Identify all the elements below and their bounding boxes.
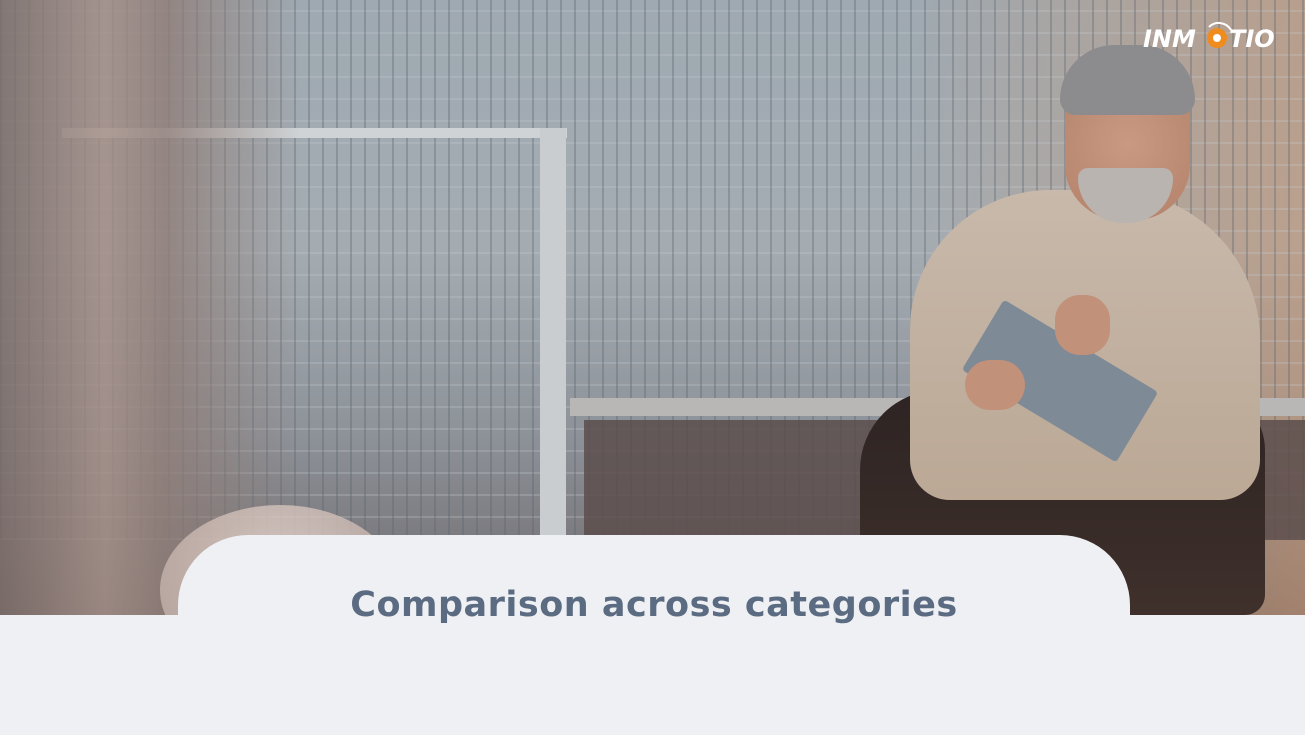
inmotio-logo-mark: INM TIO: [1143, 21, 1275, 53]
logo-text-right: TIO: [1229, 25, 1275, 53]
goal-post: [540, 128, 566, 538]
slide: INM TIO Comparison across categories: [0, 0, 1305, 735]
coach-hand-left: [965, 360, 1025, 410]
slide-title: Comparison across categories: [350, 585, 958, 625]
logo-text-left: INM: [1143, 25, 1196, 53]
hero-photo: [0, 0, 1305, 615]
inmotio-logo: INM TIO: [1143, 18, 1293, 58]
coach-hand-right: [1055, 295, 1110, 355]
coach-figure: [850, 40, 1280, 615]
bottom-panel: [0, 615, 1305, 735]
